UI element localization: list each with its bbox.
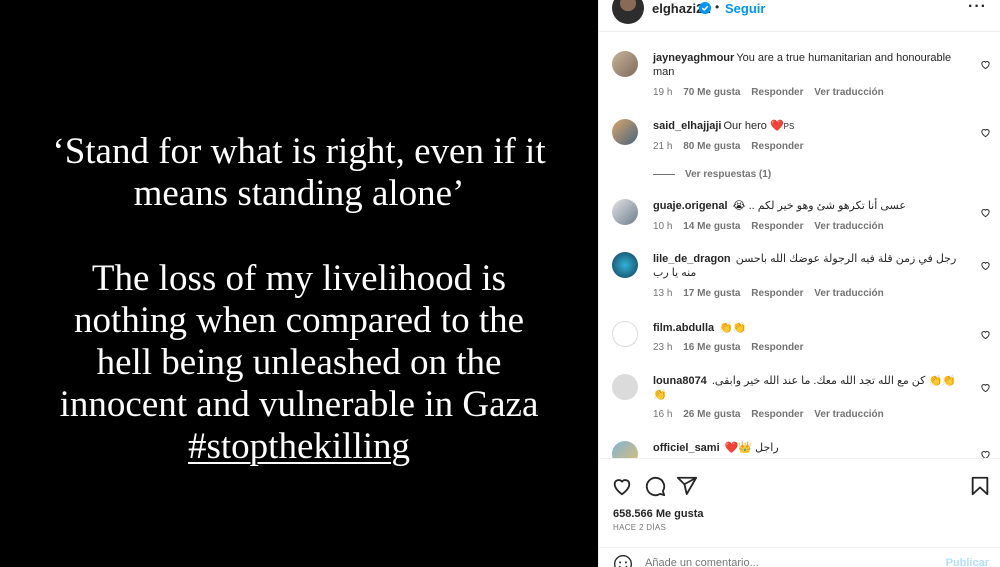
save-bookmark-icon[interactable] <box>969 475 991 497</box>
quote-line: ‘Stand for what is right, even if it <box>52 131 546 172</box>
quote-line: hell being unleashed on the <box>96 342 502 383</box>
comment-body: lile_de_dragon رجل في زمن قلة فيه الرجول… <box>653 252 963 280</box>
avatar[interactable] <box>612 51 638 77</box>
view-replies-label: Ver respuestas (1) <box>685 169 772 180</box>
comment-username[interactable]: jayneyaghmour <box>653 52 734 64</box>
comment-body: film.abdulla 👏👏 <box>653 321 963 335</box>
comment-body: said_elhajjaji Our hero ❤️PS <box>653 119 963 134</box>
translate-button[interactable]: Ver traducción <box>814 409 883 420</box>
comment-username[interactable]: guaje.origenal <box>653 200 728 212</box>
comment-time: 10 h <box>653 221 673 232</box>
quote-line: innocent and vulnerable in Gaza <box>59 384 539 425</box>
comment-likes[interactable]: 14 Me gusta <box>683 221 740 232</box>
like-heart-icon[interactable] <box>980 329 991 340</box>
comment-meta: 19 h 70 Me gusta Responder Ver traducció… <box>653 87 892 98</box>
like-heart-icon[interactable] <box>980 127 991 138</box>
comment-time: 21 h <box>653 141 673 152</box>
comment-text: 👏👏 <box>719 322 747 334</box>
comment-username[interactable]: said_elhajjaji <box>653 120 721 132</box>
comment-meta: 10 h 14 Me gusta Responder Ver traducció… <box>653 221 892 232</box>
post-side-panel: elghazi21 • Seguir ··· jayneyaghmour You … <box>598 0 1000 567</box>
avatar[interactable] <box>612 199 638 225</box>
avatar[interactable] <box>612 119 638 145</box>
comment-text: عسى أنا تكرهو شئ وهو خير لكم .. <box>748 200 906 212</box>
quote-line: nothing when compared to the <box>73 300 525 341</box>
comment-likes[interactable]: 80 Me gusta <box>683 141 740 152</box>
like-heart-icon[interactable] <box>980 207 991 218</box>
comment-username[interactable]: lile_de_dragon <box>653 253 731 265</box>
author-avatar[interactable] <box>612 0 644 24</box>
comment-emoji: 😭 <box>732 200 746 212</box>
translate-button[interactable]: Ver traducción <box>814 87 883 98</box>
comment-likes[interactable]: 70 Me gusta <box>683 87 740 98</box>
comment-meta: 13 h 17 Me gusta Responder Ver traducció… <box>653 288 892 299</box>
comment-meta: 21 h 80 Me gusta Responder <box>653 141 812 152</box>
reply-button[interactable]: Responder <box>751 342 803 353</box>
heart-emoji-icon: ❤️ <box>769 120 784 132</box>
quote-line: The loss of my livelihood is <box>91 258 507 299</box>
comment-body: officiel_sami ❤️👑 راجل <box>653 441 963 455</box>
reply-button[interactable]: Responder <box>751 288 803 299</box>
publish-button[interactable]: Publicar <box>946 557 989 567</box>
hashtag: #stopthekilling <box>188 426 410 467</box>
translate-button[interactable]: Ver traducción <box>814 221 883 232</box>
likes-count[interactable]: 658.566 Me gusta <box>613 508 704 520</box>
reply-button[interactable]: Responder <box>751 141 803 152</box>
like-heart-icon[interactable] <box>611 475 633 497</box>
comment-text: راجل <box>755 442 779 454</box>
comment-text: Our hero <box>723 120 767 132</box>
comment-body: jayneyaghmour You are a true humanitarian… <box>653 51 963 79</box>
comment-time: 23 h <box>653 342 673 353</box>
comment-likes[interactable]: 16 Me gusta <box>683 342 740 353</box>
replies-line <box>653 173 675 175</box>
comment-bubble-icon[interactable] <box>644 475 666 497</box>
quote-line: means standing alone’ <box>133 173 465 214</box>
comment-emoji: ❤️👑 <box>724 442 753 454</box>
like-heart-icon[interactable] <box>980 382 991 393</box>
comment-username[interactable]: film.abdulla <box>653 322 714 334</box>
comment-time: 19 h <box>653 87 673 98</box>
share-send-icon[interactable] <box>676 475 698 497</box>
avatar[interactable] <box>612 252 638 278</box>
comment-username[interactable]: louna8074 <box>653 375 707 387</box>
comment-username[interactable]: officiel_sami <box>653 442 720 454</box>
comment-input[interactable] <box>645 554 925 567</box>
avatar[interactable] <box>612 441 638 458</box>
comment-meta: 16 h 26 Me gusta Responder Ver traducció… <box>653 409 892 420</box>
quote-block-1: ‘Stand for what is right, even if it mea… <box>0 131 598 215</box>
view-replies-button[interactable]: Ver respuestas (1) <box>653 169 771 180</box>
post-timestamp: HACE 2 DÍAS <box>613 523 667 532</box>
post-header: elghazi21 • Seguir ··· <box>599 0 1000 32</box>
follow-button[interactable]: Seguir <box>725 1 765 16</box>
separator-dot: • <box>715 0 720 14</box>
quote-block-2: The loss of my livelihood is nothing whe… <box>0 258 598 468</box>
avatar[interactable] <box>612 374 638 400</box>
reply-button[interactable]: Responder <box>751 409 803 420</box>
comment-emoji: PS <box>783 122 795 131</box>
comment-body: guaje.origenal 😭 عسى أنا تكرهو شئ وهو خي… <box>653 199 963 213</box>
post-actions: 658.566 Me gusta HACE 2 DÍAS Publicar <box>599 458 1000 567</box>
reply-button[interactable]: Responder <box>751 87 803 98</box>
comment-likes[interactable]: 26 Me gusta <box>683 409 740 420</box>
like-heart-icon[interactable] <box>980 59 991 70</box>
verified-badge-icon <box>699 2 711 14</box>
like-heart-icon[interactable] <box>980 260 991 271</box>
post-image[interactable]: ‘Stand for what is right, even if it mea… <box>0 0 598 567</box>
translate-button[interactable]: Ver traducción <box>814 288 883 299</box>
avatar[interactable] <box>612 321 638 347</box>
emoji-icon[interactable] <box>613 554 633 567</box>
comment-meta: 23 h 16 Me gusta Responder <box>653 342 812 353</box>
comment-time: 13 h <box>653 288 673 299</box>
comment-time: 16 h <box>653 409 673 420</box>
comments-list[interactable]: jayneyaghmour You are a true humanitarian… <box>599 33 1000 458</box>
add-comment-row: Publicar <box>599 547 1000 567</box>
reply-button[interactable]: Responder <box>751 221 803 232</box>
comment-body: louna8074 👏👏 كن مع الله تجد الله معك. ما… <box>653 374 963 402</box>
like-heart-icon[interactable] <box>980 449 991 458</box>
more-options-icon[interactable]: ··· <box>968 0 987 16</box>
comment-likes[interactable]: 17 Me gusta <box>683 288 740 299</box>
